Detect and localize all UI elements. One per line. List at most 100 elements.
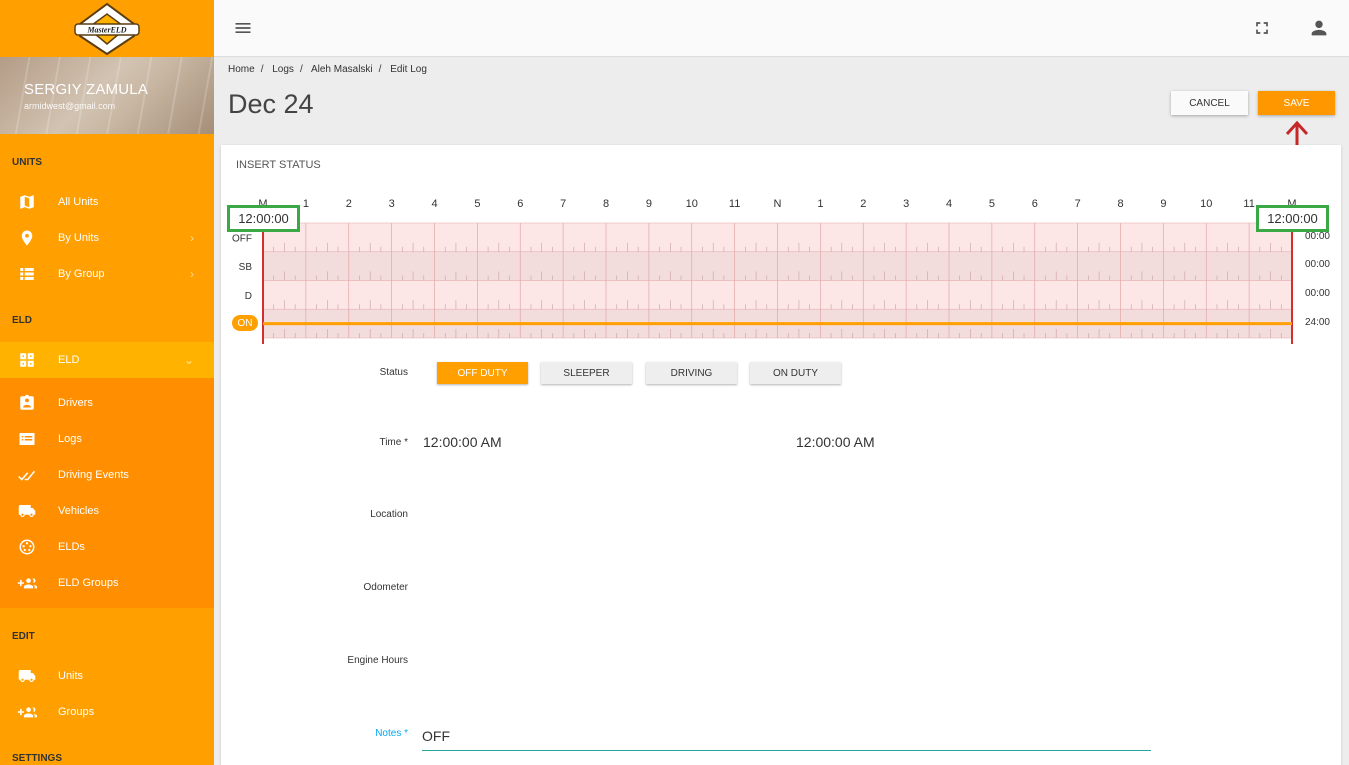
sidebar-item-by-units[interactable]: By Units › [0,220,214,256]
duration-off: 00:00 [1304,231,1330,242]
user-profile: SERGIY ZAMULA armidwest@gmail.com [0,57,214,134]
breadcrumb-current: Edit Log [390,64,427,75]
sidebar-item-eld[interactable]: ELD ⌄ [0,342,214,378]
hour-label: 5 [989,198,995,210]
top-bar [214,0,1349,57]
hour-label: 10 [1200,198,1212,210]
hour-label: 9 [1160,198,1166,210]
hour-label: N [774,198,782,210]
sidebar-item-label: Drivers [58,397,93,409]
range-start-time[interactable]: 12:00:00 [227,205,300,232]
hour-label: 4 [431,198,437,210]
time-label: Time * [379,437,408,448]
sidebar-item-label: Groups [58,706,95,718]
row-label: SB [239,262,253,273]
sidebar-item-driving-events[interactable]: Driving Events [0,457,214,493]
sidebar-item-label: Driving Events [58,469,129,481]
sidebar-item-units[interactable]: Units [0,658,214,694]
hour-label: 7 [560,198,566,210]
time-end-field[interactable]: 12:00:00 AM [796,434,875,450]
hour-label: 7 [1075,198,1081,210]
save-button[interactable]: SAVE [1258,91,1335,115]
sidebar-item-label: ELD [58,354,80,366]
hour-label: 11 [729,198,740,210]
eld-device-icon [17,537,37,557]
breadcrumb-home[interactable]: Home [228,64,255,75]
sidebar-item-label: By Units [58,232,99,244]
section-title-settings: SETTINGS [12,753,63,764]
account-icon[interactable] [1308,17,1330,39]
breadcrumb-separator: / [299,64,303,75]
status-driving-button[interactable]: DRIVING [646,362,737,384]
card-title: INSERT STATUS [236,159,321,171]
logo-bar: MasterELD [0,0,214,57]
status-on-duty-button[interactable]: ON DUTY [750,362,841,384]
notes-label: Notes * [375,728,408,739]
hour-label: 8 [1117,198,1123,210]
section-title-eld: ELD [12,315,32,326]
hour-label: 4 [946,198,952,210]
status-sleeper-button[interactable]: SLEEPER [541,362,632,384]
fullscreen-icon[interactable] [1252,18,1272,38]
time-start-field[interactable]: 12:00:00 AM [423,434,502,450]
sidebar-item-by-group[interactable]: By Group › [0,256,214,292]
hour-label: 2 [346,198,352,210]
sidebar-item-groups[interactable]: Groups [0,694,214,730]
hour-label: 10 [686,198,698,210]
hour-label: 3 [389,198,395,210]
hour-label: 1 [817,198,823,210]
range-end-time[interactable]: 12:00:00 [1256,205,1329,232]
breadcrumb-separator: / [260,64,264,75]
odometer-label: Odometer [363,582,408,593]
truck-icon [17,666,37,686]
sidebar-item-label: ELDs [58,541,85,553]
duration-sb: 00:00 [1304,259,1330,270]
sidebar-item-label: Units [58,670,84,682]
user-name: SERGIY ZAMULA [24,81,149,98]
duration-d: 00:00 [1304,288,1330,299]
duration-on: 24:00 [1304,317,1330,328]
section-title-units: UNITS [12,157,42,168]
sidebar-item-label: By Group [58,268,105,280]
notes-input[interactable] [422,722,1151,751]
hour-label: 6 [1032,198,1038,210]
sidebar-item-elds[interactable]: ELDs [0,529,214,565]
sidebar-item-label: Logs [58,433,82,445]
hour-label: 9 [646,198,652,210]
sidebar: MasterELD SERGIY ZAMULA armidwest@gmail.… [0,0,214,765]
hour-label: 3 [903,198,909,210]
driver-badge-icon [17,393,37,413]
sidebar-item-label: Vehicles [58,505,99,517]
menu-icon[interactable] [233,18,253,38]
sidebar-item-vehicles[interactable]: Vehicles [0,493,214,529]
location-label: Location [370,509,408,520]
breadcrumb-logs[interactable]: Logs [272,64,294,75]
logo-text: MasterELD [86,26,126,35]
chevron-down-icon: ⌄ [183,353,194,367]
chevron-right-icon: › [190,267,194,281]
masereld-logo[interactable]: MasterELD [74,2,140,56]
hour-label: 11 [1243,198,1254,210]
hour-label: 2 [860,198,866,210]
eld-icon [17,350,37,370]
truck-icon [17,501,37,521]
location-pin-icon [17,228,37,248]
active-status-badge: ON [232,315,258,331]
sidebar-item-logs[interactable]: Logs [0,421,214,457]
sidebar-item-label: ELD Groups [58,577,119,589]
map-icon [17,192,37,212]
cancel-button[interactable]: CANCEL [1171,91,1248,115]
row-label: D [245,291,252,302]
log-grid-chart[interactable]: M 1 2 3 4 5 6 7 8 9 10 11 N 1 2 3 4 5 6 7 8 9 10 11 M OFFSBD [221,187,1341,347]
group-add-icon [17,702,37,722]
logs-icon [17,429,37,449]
breadcrumb: Home / Logs / Aleh Masalski / Edit Log [228,64,433,75]
sidebar-item-all-units[interactable]: All Units [0,184,214,220]
status-off-duty-button[interactable]: OFF DUTY [437,362,528,384]
hour-label: 6 [517,198,523,210]
breadcrumb-driver[interactable]: Aleh Masalski [311,64,373,75]
sidebar-item-eld-groups[interactable]: ELD Groups [0,565,214,601]
driving-events-icon [17,465,37,485]
sidebar-item-drivers[interactable]: Drivers [0,385,214,421]
list-icon [17,264,37,284]
